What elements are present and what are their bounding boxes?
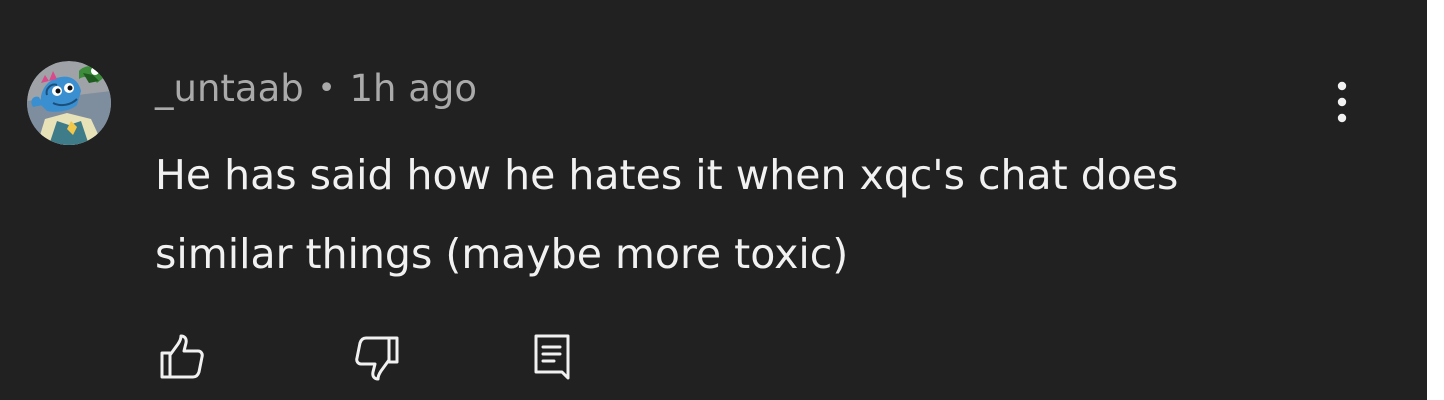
dragon-avatar-image [27, 61, 111, 145]
avatar[interactable] [27, 61, 111, 145]
comment-card: _untaab • 1h ago He has said how he hate… [0, 0, 1427, 400]
meta-separator: • [317, 71, 336, 106]
comment-header: _untaab • 1h ago [155, 66, 477, 112]
thumbs-down-icon [355, 336, 399, 381]
more-vert-icon[interactable] [1326, 78, 1358, 126]
comment-timestamp[interactable]: 1h ago [349, 66, 477, 112]
like-button[interactable] [153, 330, 209, 386]
dislike-button[interactable] [350, 330, 406, 386]
reply-comment-icon [534, 334, 570, 380]
reply-button[interactable] [524, 330, 580, 386]
author-name[interactable]: _untaab [155, 66, 304, 112]
comment-text: He has said how he hates it when xqc's c… [155, 151, 1179, 278]
thumbs-up-icon [160, 334, 204, 379]
